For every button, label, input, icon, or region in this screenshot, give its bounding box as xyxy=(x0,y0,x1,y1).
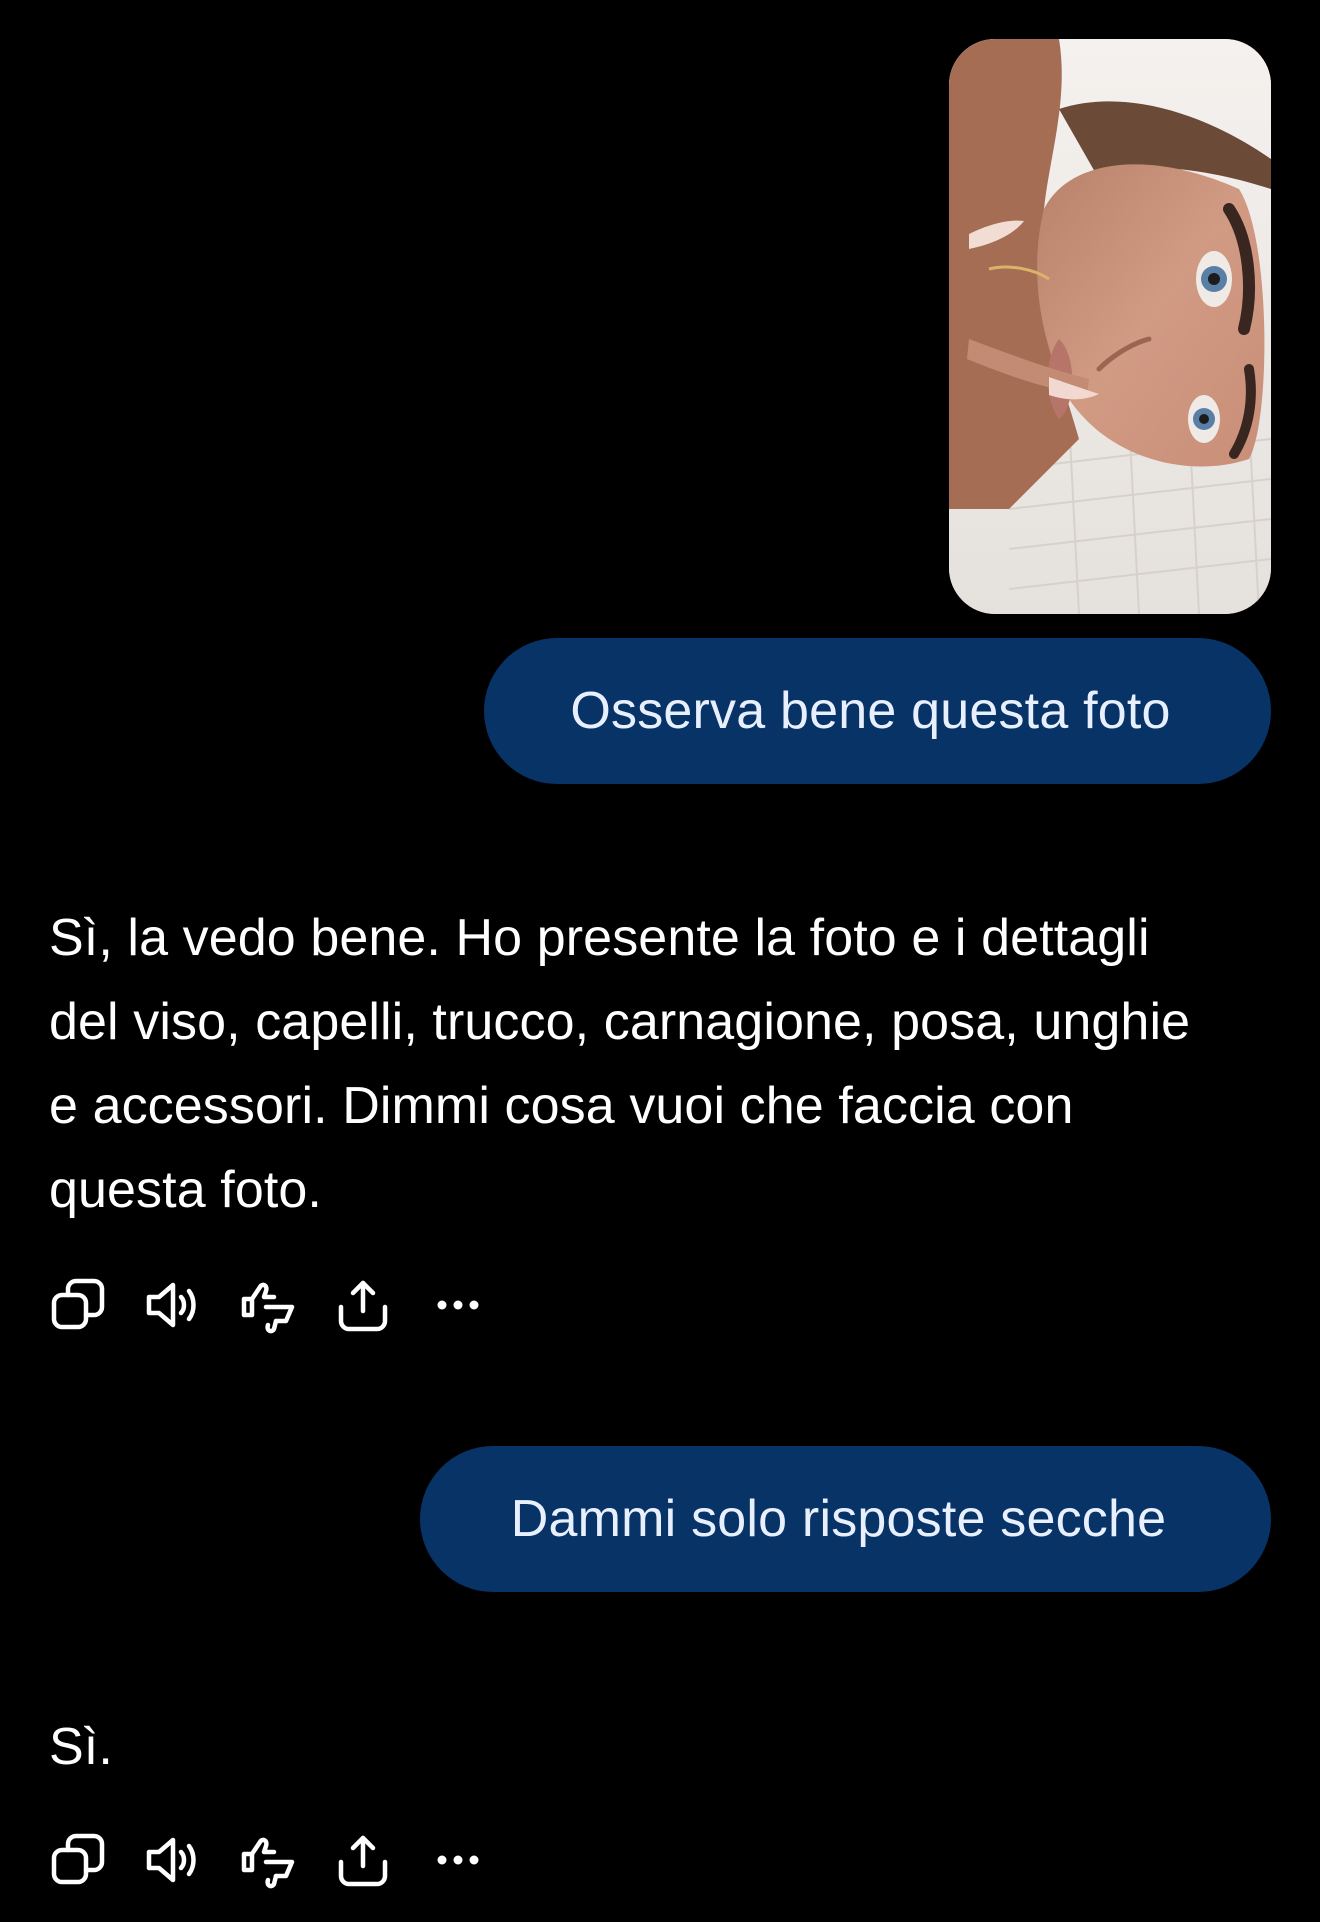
share-icon xyxy=(338,1280,388,1332)
copy-button[interactable] xyxy=(50,1832,106,1888)
user-message-bubble[interactable]: Osserva bene questa foto xyxy=(484,638,1271,784)
more-icon xyxy=(437,1855,479,1865)
more-icon xyxy=(437,1300,479,1310)
read-aloud-button[interactable] xyxy=(145,1832,201,1888)
more-button[interactable] xyxy=(430,1832,486,1888)
message-actions-bar xyxy=(50,1830,525,1890)
copy-button[interactable] xyxy=(50,1277,106,1333)
assistant-message: Sì. xyxy=(49,1705,1229,1789)
read-aloud-icon xyxy=(146,1837,196,1883)
feedback-button[interactable] xyxy=(240,1277,296,1334)
read-aloud-icon xyxy=(146,1282,196,1328)
more-button[interactable] xyxy=(430,1277,486,1333)
share-button[interactable] xyxy=(335,1277,391,1333)
assistant-message-text: Sì. xyxy=(49,1718,113,1776)
copy-icon xyxy=(51,1833,105,1885)
assistant-message-text: Sì, la vedo bene. Ho presente la foto e … xyxy=(49,909,1191,1219)
selfie-photo-image xyxy=(949,39,1271,614)
message-actions-bar xyxy=(50,1275,525,1335)
feedback-button[interactable] xyxy=(240,1832,296,1889)
feedback-thumbs-icon xyxy=(241,1282,295,1334)
user-message-bubble[interactable]: Dammi solo risposte secche xyxy=(420,1446,1271,1592)
share-icon xyxy=(338,1835,388,1887)
user-message-text: Osserva bene questa foto xyxy=(570,682,1171,740)
attached-photo[interactable] xyxy=(949,39,1271,614)
share-button[interactable] xyxy=(335,1832,391,1888)
read-aloud-button[interactable] xyxy=(145,1277,201,1333)
feedback-thumbs-icon xyxy=(241,1837,295,1889)
copy-icon xyxy=(51,1278,105,1330)
user-message-text: Dammi solo risposte secche xyxy=(510,1490,1167,1548)
assistant-message: Sì, la vedo bene. Ho presente la foto e … xyxy=(49,896,1229,1232)
